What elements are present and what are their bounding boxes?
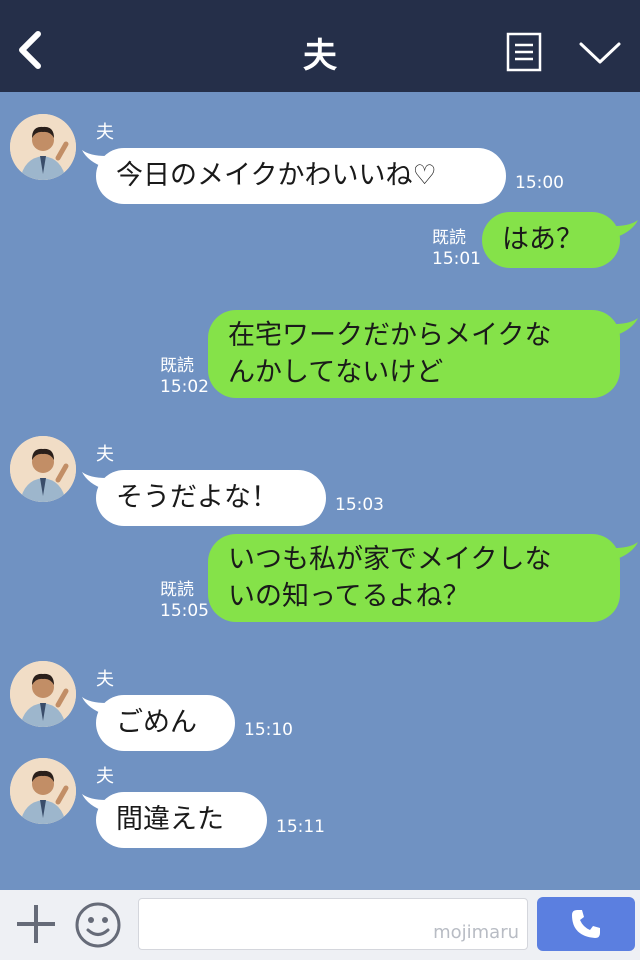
message-bubble-outgoing[interactable]: はあ？ xyxy=(482,212,620,268)
message-time: 15:00 xyxy=(515,173,564,193)
avatar-photo xyxy=(10,436,76,502)
message-bubble-incoming[interactable]: そうだよな！ xyxy=(96,470,326,526)
message-line: ごめん xyxy=(116,707,197,738)
read-status: 既読 15:01 xyxy=(432,228,481,270)
smile-icon[interactable] xyxy=(74,901,122,949)
sender-name: 夫 xyxy=(96,444,114,465)
message-bubble-incoming[interactable]: 間違えた xyxy=(96,792,267,848)
message-time: 15:11 xyxy=(276,817,325,837)
message-line: はあ？ xyxy=(502,224,583,255)
avatar[interactable] xyxy=(10,436,76,502)
avatar-photo xyxy=(10,661,76,727)
chat-title: 夫 xyxy=(303,36,337,76)
message-time: 15:03 xyxy=(335,495,384,515)
message-time: 15:01 xyxy=(432,249,481,269)
notes-icon[interactable] xyxy=(506,32,542,72)
message-time: 15:10 xyxy=(244,720,293,740)
watermark: mojimaru xyxy=(433,922,519,943)
read-label: 既読 xyxy=(160,356,194,376)
plus-icon[interactable] xyxy=(14,902,58,946)
message-line: 間違えた xyxy=(116,804,224,835)
message-time: 15:05 xyxy=(160,601,209,621)
message-input[interactable]: mojimaru xyxy=(138,898,528,950)
message-line: いの知ってるよね？ xyxy=(228,581,470,612)
read-label: 既読 xyxy=(432,228,466,248)
avatar-photo xyxy=(10,758,76,824)
chevron-down-icon[interactable] xyxy=(578,40,622,66)
message-line: そうだよな！ xyxy=(116,482,278,513)
sender-name: 夫 xyxy=(96,122,114,143)
message-line: いつも私が家でメイクしな xyxy=(228,544,552,575)
message-time: 15:02 xyxy=(160,377,209,397)
chat-area[interactable]: 夫 今日のメイクかわいいね♡ 15:00 既読 15:01 はあ？ 既読 15:… xyxy=(0,92,640,890)
message-bubble-incoming[interactable]: 今日のメイクかわいいね♡ xyxy=(96,148,506,204)
message-line: んかしてないけど xyxy=(228,357,444,388)
message-line: 在宅ワークだからメイクな xyxy=(228,320,552,351)
message-line: 今日のメイクかわいいね♡ xyxy=(116,160,437,191)
avatar[interactable] xyxy=(10,114,76,180)
sender-name: 夫 xyxy=(96,766,114,787)
message-bubble-outgoing[interactable]: 在宅ワークだからメイクな んかしてないけど xyxy=(208,310,620,398)
avatar-photo xyxy=(10,114,76,180)
read-label: 既読 xyxy=(160,580,194,600)
read-status: 既読 15:05 xyxy=(160,580,209,622)
phone-icon xyxy=(572,910,600,938)
avatar[interactable] xyxy=(10,661,76,727)
chat-header: 夫 xyxy=(0,0,640,92)
call-button[interactable] xyxy=(537,897,635,951)
message-bubble-incoming[interactable]: ごめん xyxy=(96,695,235,751)
sender-name: 夫 xyxy=(96,669,114,690)
message-bubble-outgoing[interactable]: いつも私が家でメイクしな いの知ってるよね？ xyxy=(208,534,620,622)
read-status: 既読 15:02 xyxy=(160,356,209,398)
avatar[interactable] xyxy=(10,758,76,824)
